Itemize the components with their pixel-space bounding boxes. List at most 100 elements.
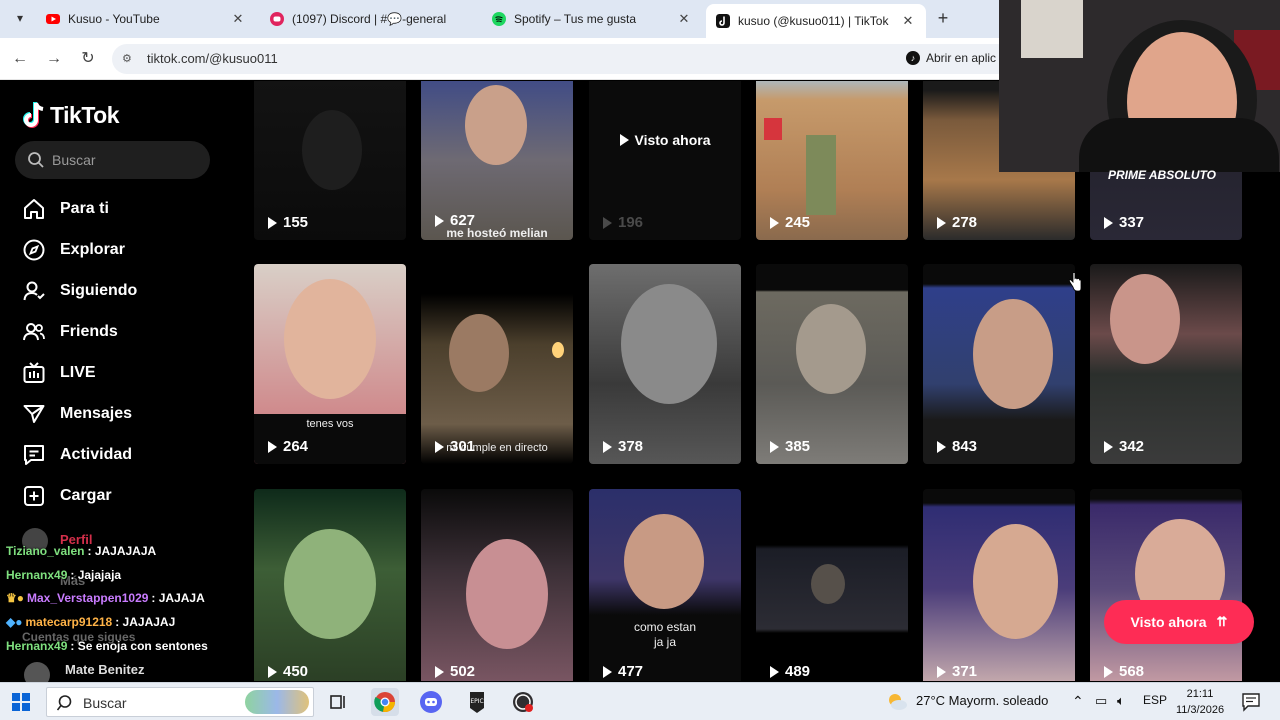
nav-mensajes[interactable]: Mensajes — [22, 399, 132, 429]
notification-icon[interactable] — [1240, 691, 1262, 713]
video-thumbnail — [465, 85, 527, 165]
view-count: 196 — [603, 214, 643, 231]
tab-title: (1097) Discord | #💬-general | — [292, 12, 448, 26]
chevron-up-icon[interactable]: ⌃ — [1072, 693, 1084, 710]
search-input[interactable]: Buscar — [15, 141, 210, 179]
chat-message: Hernanx49: Se enoja con sentones — [6, 639, 208, 653]
clock[interactable]: 21:11 11/3/2026 — [1170, 686, 1230, 718]
url-field[interactable]: ⚙ tiktok.com/@kusuo011 — [112, 44, 1012, 74]
close-icon[interactable]: ✕ — [230, 11, 246, 27]
play-icon — [435, 214, 444, 227]
video-thumbnail — [796, 304, 866, 394]
open-in-app-button[interactable]: ♪ Abrir en aplic — [906, 51, 996, 65]
video-tile[interactable]: 155 — [254, 81, 406, 240]
new-tab-button[interactable]: + — [932, 7, 954, 29]
seen-now-button[interactable]: Visto ahora ⇈ — [1104, 600, 1254, 644]
close-icon[interactable]: ✕ — [676, 11, 692, 27]
discord-app-icon[interactable] — [417, 688, 445, 716]
video-tile[interactable]: mi cumple en directo 301 — [421, 264, 573, 464]
candle-thumbnail — [552, 342, 564, 358]
nav-explorar[interactable]: Explorar — [22, 235, 125, 265]
taskbar-search-input[interactable]: Buscar — [46, 687, 314, 717]
chat-text: : JAJAJAJA — [87, 544, 157, 558]
tab-discord[interactable]: (1097) Discord | #💬-general | — [260, 4, 480, 34]
search-icon — [57, 695, 72, 711]
nav-para-ti[interactable]: Para ti — [22, 194, 109, 224]
nav-live[interactable]: LIVE — [22, 358, 96, 388]
chat-user: matecarp91218 — [25, 615, 113, 629]
discord-icon — [270, 12, 284, 26]
chrome-icon[interactable] — [371, 688, 399, 716]
video-tile[interactable]: como estan ja ja 477 — [589, 489, 741, 681]
back-button[interactable]: ← — [8, 47, 32, 71]
volume-icon[interactable]: 🔈︎ — [1117, 693, 1125, 709]
obs-icon[interactable] — [509, 688, 537, 716]
clock-date: 11/3/2026 — [1175, 704, 1225, 716]
video-tile[interactable]: 245 — [756, 81, 908, 240]
video-tile[interactable]: 568 — [1090, 489, 1242, 681]
tiktok-icon — [716, 14, 730, 28]
tab-search-button[interactable]: ▾ — [8, 6, 32, 30]
video-tile[interactable]: me hosteó melian 627 — [421, 81, 573, 240]
chevrons-up-icon: ⇈ — [1216, 614, 1228, 629]
view-count: 371 — [937, 663, 977, 680]
chat-message: Tiziano_valen: JAJAJAJA — [6, 544, 156, 558]
nav-label: Cargar — [60, 487, 112, 504]
nav-friends[interactable]: Friends — [22, 317, 118, 347]
screen: ▾ Kusuo - YouTube ✕ (1097) Discord | #💬-… — [0, 0, 1280, 720]
followed-account-name[interactable]: Mate Benitez — [65, 662, 144, 677]
weather-text[interactable]: 27°C Mayorm. soleado — [916, 693, 1048, 708]
nav-label: Para ti — [60, 200, 109, 217]
video-tile[interactable]: 378 — [589, 264, 741, 464]
video-tile[interactable]: 450 — [254, 489, 406, 681]
spotify-icon — [492, 12, 506, 26]
video-tile[interactable]: tenes vos 264 — [254, 264, 406, 464]
video-tile[interactable]: 342 — [1090, 264, 1242, 464]
video-tile[interactable]: 843 — [923, 264, 1075, 464]
upload-icon — [24, 486, 44, 506]
chat-badge-icon: ◆● — [6, 615, 23, 629]
url-text: tiktok.com/@kusuo011 — [147, 51, 278, 66]
tiktok-logo[interactable]: TikTok — [22, 101, 120, 129]
weather-icon[interactable] — [886, 691, 908, 713]
live-icon — [23, 362, 45, 383]
nav-siguiendo[interactable]: Siguiendo — [22, 276, 137, 306]
play-icon — [435, 440, 444, 453]
view-count: 502 — [435, 663, 475, 680]
video-caption: tenes vos — [306, 418, 354, 430]
play-icon — [770, 665, 779, 678]
play-icon — [268, 216, 277, 229]
windows-start-icon[interactable] — [12, 693, 30, 711]
video-tile[interactable]: 385 — [756, 264, 908, 464]
video-tile[interactable]: 489 — [756, 489, 908, 681]
task-view-icon[interactable] — [324, 688, 352, 716]
play-icon — [937, 440, 946, 453]
tab-spotify[interactable]: Spotify – Tus me gusta ✕ — [482, 4, 702, 34]
compass-icon — [23, 239, 45, 261]
video-caption: como estan ja ja — [633, 620, 697, 649]
video-thumbnail — [466, 539, 548, 649]
video-tile[interactable]: 371 — [923, 489, 1075, 681]
chat-user: Hernanx49 — [6, 639, 68, 653]
chat-user: Tiziano_valen — [6, 544, 85, 558]
nav-actividad[interactable]: Actividad — [22, 440, 132, 470]
language-indicator[interactable]: ESP — [1143, 693, 1167, 707]
video-thumbnail — [449, 314, 509, 392]
network-icon[interactable]: ▭ — [1095, 693, 1107, 709]
video-thumbnail — [621, 284, 717, 404]
epic-games-icon[interactable]: EPIC — [463, 688, 491, 716]
forward-button[interactable]: → — [42, 47, 66, 71]
nav-cargar[interactable]: Cargar — [22, 481, 112, 511]
close-icon[interactable]: ✕ — [900, 13, 916, 29]
tiktok-logo-icon — [23, 102, 44, 128]
site-settings-icon[interactable]: ⚙ — [122, 52, 136, 66]
webcam-tag: PRIME ABSOLUTO — [1108, 168, 1217, 182]
tab-youtube[interactable]: Kusuo - YouTube ✕ — [36, 4, 256, 34]
video-thumbnail — [973, 524, 1058, 639]
video-tile-watched[interactable]: Visto ahora 196 — [589, 81, 741, 240]
logo-text: TikTok — [50, 101, 120, 128]
reload-button[interactable]: ↻ — [76, 47, 100, 71]
chat-text: : Jajajaja — [70, 568, 122, 582]
video-tile[interactable]: 502 — [421, 489, 573, 681]
tab-tiktok[interactable]: kusuo (@kusuo011) | TikTok ✕ — [706, 4, 926, 38]
